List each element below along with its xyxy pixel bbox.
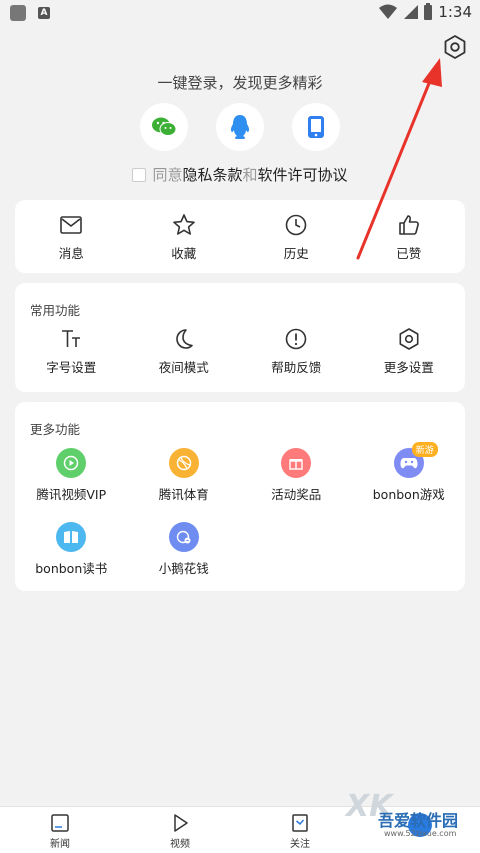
mail-icon xyxy=(60,216,83,234)
watermark-title: 吾爱软件园 xyxy=(378,811,459,830)
phone-icon xyxy=(308,116,324,138)
nav-news[interactable]: 新闻 xyxy=(0,807,120,853)
nav-label: 关注 xyxy=(290,839,310,850)
settings-button[interactable] xyxy=(442,34,468,60)
quick-item-label: 历史 xyxy=(283,246,309,261)
quick-item-favorites[interactable]: 收藏 xyxy=(128,213,241,262)
function-label: 腾讯视频VIP xyxy=(36,487,107,502)
wechat-icon xyxy=(152,117,177,136)
play-icon xyxy=(56,448,87,478)
common-functions-card: 常用功能 字号设置 夜间模式 帮助反馈 更多设置 xyxy=(15,283,465,392)
exclamation-icon xyxy=(285,328,307,350)
follow-icon xyxy=(292,814,308,832)
tencent-sports[interactable]: 腾讯体育 xyxy=(128,448,241,503)
star-icon xyxy=(172,214,195,235)
quick-item-label: 消息 xyxy=(58,246,84,261)
app-notification-icon: A xyxy=(38,7,50,19)
more-settings[interactable]: 更多设置 xyxy=(353,327,466,376)
bonbon-reading[interactable]: bonbon读书 xyxy=(15,522,128,577)
battery-icon xyxy=(424,3,433,20)
tencent-video-vip[interactable]: 腾讯视频VIP xyxy=(15,448,128,503)
moon-icon xyxy=(175,329,193,349)
quick-item-liked[interactable]: 已赞 xyxy=(353,213,466,262)
gear-icon xyxy=(399,328,419,350)
gear-icon xyxy=(444,35,466,59)
agree-prefix: 同意 xyxy=(152,166,183,184)
night-mode-setting[interactable]: 夜间模式 xyxy=(128,327,241,376)
function-label: 腾讯体育 xyxy=(158,487,209,502)
help-feedback[interactable]: 帮助反馈 xyxy=(240,327,353,376)
book-icon xyxy=(56,522,87,552)
nav-follow[interactable]: 关注 xyxy=(240,807,360,853)
signal-icon xyxy=(404,5,419,19)
function-label: bonbon读书 xyxy=(35,561,108,576)
section-title: 更多功能 xyxy=(30,422,81,437)
agreement-row: 同意 隐私条款 和 软件许可协议 xyxy=(0,164,480,185)
function-label: 帮助反馈 xyxy=(271,360,322,375)
watermark: XK 吾爱软件园 www.52zixue.com xyxy=(344,785,474,845)
section-title: 常用功能 xyxy=(30,303,81,318)
login-methods xyxy=(0,103,480,151)
nav-label: 新闻 xyxy=(50,839,70,850)
activity-prizes[interactable]: 活动奖品 xyxy=(240,448,353,503)
qq-icon xyxy=(230,115,250,139)
quick-item-label: 收藏 xyxy=(171,246,197,261)
privacy-link[interactable]: 隐私条款 xyxy=(182,164,242,185)
money-icon xyxy=(168,522,199,552)
ball-icon xyxy=(168,448,199,478)
wifi-icon xyxy=(379,4,398,19)
qq-login-button[interactable] xyxy=(216,103,264,151)
bonbon-games[interactable]: 新游 bonbon游戏 xyxy=(353,442,466,503)
xiaoe-spend[interactable]: 小鹅花钱 xyxy=(128,522,241,577)
nav-label: 视频 xyxy=(170,839,190,850)
notification-icon xyxy=(10,5,26,21)
agree-and: 和 xyxy=(242,166,258,184)
function-label: 小鹅花钱 xyxy=(158,561,209,576)
font-size-icon xyxy=(62,330,81,347)
quick-item-messages[interactable]: 消息 xyxy=(15,213,128,262)
news-icon xyxy=(51,814,69,832)
function-label: 活动奖品 xyxy=(271,487,322,502)
license-link[interactable]: 软件许可协议 xyxy=(258,164,348,185)
nav-video[interactable]: 视频 xyxy=(120,807,240,853)
thumbs-up-icon xyxy=(398,215,419,235)
agree-checkbox[interactable] xyxy=(132,167,147,182)
new-game-badge: 新游 xyxy=(411,442,438,457)
more-functions-card: 更多功能 腾讯视频VIP 腾讯体育 活动奖品 新游 bonbon游戏 bonbo… xyxy=(15,402,465,591)
phone-login-button[interactable] xyxy=(292,103,340,151)
function-label: 更多设置 xyxy=(383,360,434,375)
quick-item-label: 已赞 xyxy=(396,246,422,261)
clock-icon xyxy=(285,214,307,236)
login-title: 一键登录，发现更多精彩 xyxy=(157,74,323,92)
function-label: 字号设置 xyxy=(46,360,97,375)
quick-actions-card: 消息 收藏 历史 已赞 xyxy=(15,200,465,273)
font-size-setting[interactable]: 字号设置 xyxy=(15,327,128,376)
watermark-url: www.52zixue.com xyxy=(384,829,457,838)
function-label: bonbon游戏 xyxy=(372,487,445,502)
wechat-login-button[interactable] xyxy=(140,103,188,151)
function-label: 夜间模式 xyxy=(158,360,209,375)
gamepad-icon: 新游 xyxy=(393,442,438,478)
quick-item-history[interactable]: 历史 xyxy=(240,213,353,262)
clock-time: 1:34 xyxy=(438,3,472,21)
status-bar: A 1:34 xyxy=(0,0,480,26)
gift-icon xyxy=(281,448,312,478)
video-icon xyxy=(174,814,188,832)
